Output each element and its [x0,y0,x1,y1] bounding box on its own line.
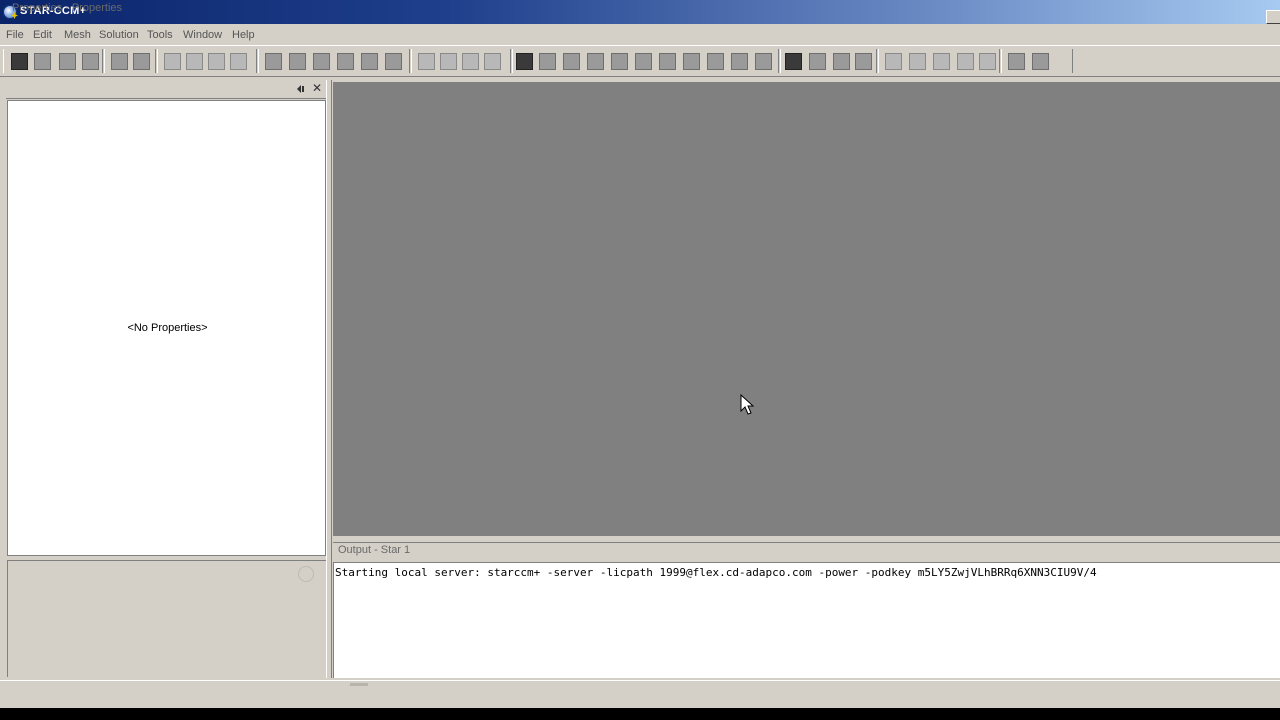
scalar-scene-icon[interactable] [855,53,872,70]
generate-volume-mesh-icon[interactable] [289,53,306,70]
zoom-icon[interactable] [230,53,247,70]
load-simulation-icon[interactable] [34,53,51,70]
view-right-icon[interactable] [611,53,628,70]
screen-bottom-edge [0,708,1280,720]
pause-icon[interactable] [933,53,950,70]
properties-panel-body: <No Properties> [7,100,326,556]
clear-mesh-icon[interactable] [337,53,354,70]
perspective-icon[interactable] [755,53,772,70]
pan-icon[interactable] [208,53,225,70]
menu-solution[interactable]: Solution [99,29,139,41]
new-simulation-icon[interactable] [11,53,28,70]
toolbar-group-mesh [258,49,410,73]
copy-icon[interactable] [111,53,128,70]
output-panel-title: Output - Star 1 [338,544,411,556]
toolbar-group-edit [104,49,156,73]
mesh-options-icon[interactable] [385,53,402,70]
toolbar-group-select [157,49,257,73]
menu-tools[interactable]: Tools [147,29,173,41]
status-bar [0,680,1280,709]
output-panel-body[interactable] [333,562,1280,678]
rewind-icon[interactable] [957,53,974,70]
mouse-pointer-icon [740,394,755,415]
main-toolbar [0,45,1280,77]
panel-pin-icon[interactable] [296,84,306,94]
status-bar-handle[interactable] [350,683,368,686]
fit-view-icon[interactable] [731,53,748,70]
menu-edit[interactable]: Edit [33,29,52,41]
geometry-scene-icon[interactable] [809,53,826,70]
menu-bar: File Edit Mesh Solution Tools Window Hel… [0,26,1280,44]
view-top-icon[interactable] [635,53,652,70]
view-bottom-icon[interactable] [659,53,676,70]
run-icon[interactable] [440,53,457,70]
toolbar-group-view [512,49,779,73]
menu-file[interactable]: File [6,29,24,41]
stop-icon[interactable] [484,53,501,70]
screenshot-icon[interactable] [1008,53,1025,70]
view-iso-icon[interactable] [683,53,700,70]
window-titlebar[interactable] [0,0,1280,24]
toolbar-group-file [3,49,103,73]
save-as-icon[interactable] [82,53,99,70]
view-back-icon[interactable] [563,53,580,70]
menu-window[interactable]: Window [183,29,222,41]
menu-mesh[interactable]: Mesh [64,29,91,41]
window-control-button[interactable] [1266,10,1280,24]
toolbar-group-misc [1001,49,1073,73]
view-front-icon[interactable] [539,53,556,70]
output-panel-header[interactable] [333,542,1280,561]
record-icon[interactable] [909,53,926,70]
mesh-icon[interactable] [265,53,282,70]
scene-icon[interactable] [516,53,533,70]
new-scene-icon[interactable] [785,53,802,70]
vertical-splitter[interactable] [326,80,332,678]
step-icon[interactable] [462,53,479,70]
properties-panel-header[interactable] [6,82,326,99]
settings-icon[interactable] [1032,53,1049,70]
rotate-icon[interactable] [186,53,203,70]
select-icon[interactable] [164,53,181,70]
no-properties-label: <No Properties> [127,322,208,334]
play-icon[interactable] [885,53,902,70]
generate-surface-mesh-icon[interactable] [313,53,330,70]
save-icon[interactable] [59,53,76,70]
view-left-icon[interactable] [587,53,604,70]
output-log-line: Starting local server: starccm+ -server … [335,566,1097,579]
graphics-window[interactable] [333,82,1280,536]
mesh-diagnostics-icon[interactable] [361,53,378,70]
toolbar-group-scene [780,49,877,73]
lower-left-panel [7,560,326,677]
initialize-icon[interactable] [418,53,435,70]
reset-view-icon[interactable] [707,53,724,70]
menu-help[interactable]: Help [232,29,255,41]
mesh-scene-icon[interactable] [833,53,850,70]
panel-status-icon [298,566,314,582]
toolbar-group-animation [878,49,1000,73]
toolbar-group-solve [411,49,511,73]
panel-close-icon[interactable]: ✕ [311,82,323,94]
forward-icon[interactable] [979,53,996,70]
properties-panel-title: Properties - Properties [12,2,123,14]
paste-icon[interactable] [133,53,150,70]
